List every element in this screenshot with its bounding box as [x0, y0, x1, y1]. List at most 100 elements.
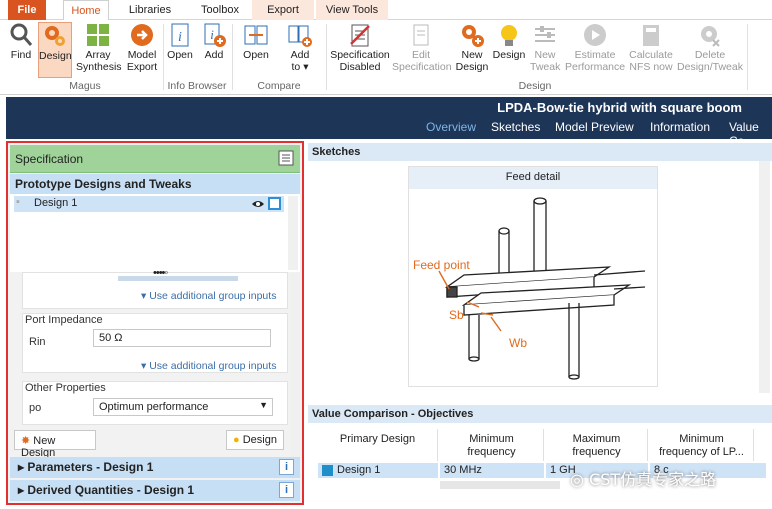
feed-detail-figure: Feed detail Feed point Sb Wb: [408, 166, 658, 387]
slider-track[interactable]: [118, 276, 238, 281]
lightbulb-icon: ●: [233, 434, 240, 446]
list-item[interactable]: ▪ Design 1: [14, 196, 284, 212]
info-icon[interactable]: i: [279, 482, 294, 498]
group-label-compare: Compare: [257, 80, 301, 92]
use-additional-inputs-link[interactable]: ▾ Use additional group inputs: [141, 290, 276, 302]
tab-libraries[interactable]: Libraries: [125, 0, 175, 20]
new-tweak-label: New Tweak: [530, 49, 561, 73]
calculate-nfs-button[interactable]: Calculate NFS now: [628, 22, 674, 73]
svg-text:i: i: [210, 27, 214, 42]
model-export-label: Model Export: [126, 49, 158, 73]
design-ribbon-button[interactable]: Design: [492, 22, 526, 61]
wb-label: Wb: [509, 336, 527, 350]
derived-quantities-label: Derived Quantities - Design 1: [27, 483, 195, 497]
expand-arrow-icon: ▸: [18, 483, 28, 497]
design-name: Design 1: [34, 197, 78, 209]
ribbon-separator: [163, 24, 164, 90]
po-label: po: [29, 402, 42, 414]
prototype-list: ▪ Design 1: [10, 194, 300, 272]
expand-arrow-icon: ▸: [18, 460, 28, 474]
ribbon-separator: [747, 24, 748, 90]
new-design-button[interactable]: ✸ New Design: [14, 430, 96, 459]
column-header: Primary Design: [318, 429, 438, 461]
compare-open-button[interactable]: Open: [240, 22, 272, 61]
page-title: LPDA-Bow-tie hybrid with square boom: [497, 100, 742, 115]
nav-tab-sketches[interactable]: Sketches: [491, 120, 540, 134]
column-header: Minimum frequency of LP...: [650, 429, 754, 461]
specification-edit-icon[interactable]: [278, 150, 294, 166]
new-design-ribbon-button[interactable]: New Design: [455, 22, 489, 73]
tab-file[interactable]: File: [8, 0, 46, 20]
nav-tab-information[interactable]: Information: [650, 120, 710, 134]
array-synthesis-button[interactable]: Array Synthesis: [76, 22, 122, 73]
use-additional-inputs-link[interactable]: ▾ Use additional group inputs: [141, 360, 276, 372]
design-checkbox[interactable]: [268, 197, 281, 210]
tab-view-tools[interactable]: View Tools: [316, 0, 388, 20]
info-add-label: Add: [204, 49, 224, 61]
tab-home[interactable]: Home: [63, 0, 109, 21]
group-label-design: Design: [518, 80, 552, 92]
array-synthesis-label: Array Synthesis: [76, 49, 122, 73]
prototype-designs-header: Prototype Designs and Tweaks: [10, 174, 300, 194]
group-label-info-browser: Info Browser: [167, 80, 227, 92]
value-comparison-table: Primary Design Minimum frequency Maximum…: [308, 425, 770, 505]
info-add-icon: i: [204, 23, 226, 47]
rin-input[interactable]: 50 Ω: [93, 329, 271, 347]
info-open-button[interactable]: i Open: [166, 22, 194, 61]
find-label: Find: [10, 49, 32, 61]
info-doc-icon: i: [171, 23, 189, 47]
sliders-icon: [535, 26, 555, 42]
horizontal-scrollbar[interactable]: [440, 481, 560, 489]
port-impedance-card: Port Impedance Rin 50 Ω ▾ Use additional…: [22, 313, 288, 373]
gears-icon: ✸: [21, 435, 31, 447]
model-export-button[interactable]: Model Export: [123, 22, 161, 73]
gear-delete-icon: [701, 26, 720, 47]
nav-tab-overview[interactable]: Overview: [426, 120, 476, 134]
design-wizard-button[interactable]: Design: [38, 22, 72, 78]
other-properties-card: Other Properties po Optimum performance …: [22, 381, 288, 425]
tab-export[interactable]: Export: [252, 0, 314, 20]
derived-quantities-expander[interactable]: ▸ Derived Quantities - Design 1 i: [10, 480, 300, 501]
slider-thumb[interactable]: ••••◦: [153, 267, 168, 279]
drag-handle-icon: ▪: [16, 196, 20, 208]
specification-disabled-button[interactable]: Specification Disabled: [329, 22, 391, 73]
sketch-scrollbar[interactable]: [759, 161, 770, 393]
overview-header: LPDA-Bow-tie hybrid with square boom Ove…: [6, 97, 772, 148]
info-icon[interactable]: i: [279, 459, 294, 475]
design-button-label: Design: [242, 434, 277, 446]
sb-label: Sb: [449, 308, 464, 322]
new-tweak-button[interactable]: New Tweak: [530, 22, 560, 73]
compare-add-button[interactable]: Add to ▾: [284, 22, 316, 73]
rin-value: 50 Ω: [99, 332, 123, 344]
find-button[interactable]: Find: [6, 22, 36, 61]
edit-specification-button[interactable]: Edit Specification: [392, 22, 452, 73]
info-open-label: Open: [167, 49, 193, 61]
estimate-performance-button[interactable]: Estimate Performance: [565, 22, 625, 73]
parameters-expander[interactable]: ▸ Parameters - Design 1 i: [10, 457, 300, 478]
figure-caption: Feed detail: [409, 167, 657, 189]
eye-icon[interactable]: [251, 199, 265, 209]
feed-detail-drawing: Feed point Sb Wb: [413, 197, 646, 380]
po-value: Optimum performance: [99, 401, 209, 413]
checklist-icon: [350, 24, 370, 47]
po-select[interactable]: Optimum performance ▼: [93, 398, 273, 416]
ribbon-separator: [232, 24, 233, 90]
tab-toolbox[interactable]: Toolbox: [195, 0, 245, 20]
row-design-name: Design 1: [337, 464, 381, 476]
prototype-list-scrollbar[interactable]: [288, 196, 298, 270]
calculate-nfs-label: Calculate NFS now: [629, 49, 673, 73]
table-cell[interactable]: Design 1: [318, 463, 438, 478]
gears-add-icon: [462, 25, 484, 47]
table-cell[interactable]: 30 MHz: [440, 463, 544, 478]
calculator-icon: [643, 25, 659, 46]
info-add-button[interactable]: i Add: [200, 22, 228, 61]
svg-text:i: i: [178, 30, 182, 45]
magnifier-icon: [10, 23, 33, 46]
delete-design-tweak-label: Delete Design/Tweak: [677, 49, 743, 73]
delete-design-tweak-button[interactable]: Delete Design/Tweak: [677, 22, 743, 73]
gears-icon: [45, 26, 65, 46]
nav-tab-model-preview[interactable]: Model Preview: [555, 120, 634, 134]
design-button[interactable]: ● Design: [226, 430, 284, 450]
export-arrow-icon: [131, 24, 153, 46]
other-properties-title: Other Properties: [25, 382, 106, 394]
